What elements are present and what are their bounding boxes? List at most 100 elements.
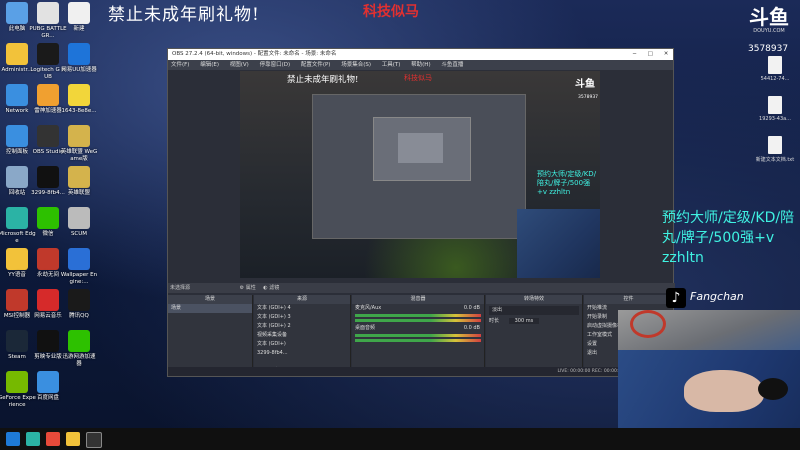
mixer-meter bbox=[355, 339, 481, 342]
obs-window[interactable]: OBS 27.2.4 (64-bit, windows) - 配置文件: 未命名… bbox=[167, 48, 675, 377]
properties-button[interactable]: ⚙ 属性 bbox=[240, 285, 256, 291]
source-item[interactable]: 视频采集设备 bbox=[254, 331, 350, 340]
desktop: 此电脑 PUBG BATTLEGR... 新建 Administr... Logitec… bbox=[0, 0, 800, 450]
desktop-icon[interactable]: 腾讯QQ bbox=[60, 289, 98, 320]
app-icon bbox=[6, 371, 28, 393]
source-item[interactable]: 文本 (GDI+) 4 bbox=[254, 304, 350, 313]
desktop-icon[interactable]: 英雄联盟 WeGame版 bbox=[60, 125, 98, 163]
sources-dock-header: 来源 bbox=[254, 295, 350, 304]
app-icon bbox=[6, 84, 28, 106]
mixer-track-label: 麦克风/Aux bbox=[355, 305, 382, 311]
source-item[interactable]: 文本 (GDI+) 3 bbox=[254, 313, 350, 322]
desktop-icon[interactable]: 新建 bbox=[60, 2, 98, 33]
menu-tools[interactable]: 工具(T) bbox=[382, 62, 401, 68]
obs-status-bar: LIVE: 00:00:00 REC: 00:00:00 CPU: 1.4%, … bbox=[168, 367, 673, 376]
app-icon bbox=[68, 125, 90, 147]
maximize-icon[interactable]: □ bbox=[643, 49, 657, 60]
desktop-icon[interactable]: 网易UU加速器 bbox=[60, 43, 98, 74]
menu-scene-collection[interactable]: 场景集合(S) bbox=[341, 62, 371, 68]
app-icon bbox=[6, 207, 28, 229]
obs-title-bar[interactable]: OBS 27.2.4 (64-bit, windows) - 配置文件: 未命名… bbox=[168, 49, 673, 60]
file-icon bbox=[768, 96, 782, 114]
start-icon[interactable] bbox=[6, 432, 20, 446]
douyu-room-id: 3578937 bbox=[748, 44, 789, 54]
filters-button[interactable]: ◐ 滤镜 bbox=[263, 285, 279, 291]
desktop-icon-label: 新建 bbox=[73, 26, 85, 32]
preview-nested-capture bbox=[312, 94, 526, 239]
scenes-dock-header: 场景 bbox=[168, 295, 252, 304]
app-icon bbox=[68, 84, 90, 106]
douyu-logo: 斗鱼 DOUYU.COM bbox=[746, 6, 792, 34]
desktop-file[interactable]: 19293-43a... bbox=[755, 96, 795, 122]
desktop-file-label: 54412-74... bbox=[760, 76, 790, 82]
desktop-file[interactable]: 新建文本文档.txt bbox=[755, 136, 795, 163]
obs-preview[interactable]: 禁止未成年刷礼物! 科技似马 斗鱼 3578937 预约大师/定级/KD/陪丸/… bbox=[240, 71, 600, 278]
filters-button-label: 滤镜 bbox=[269, 285, 280, 291]
webcam-hand bbox=[684, 370, 764, 412]
desktop-icon-label: 英雄联盟 WeGame版 bbox=[60, 149, 98, 162]
desktop-icon-label: Wallpaper Engine:... bbox=[60, 272, 98, 285]
explorer-icon[interactable] bbox=[66, 432, 80, 446]
app-icon bbox=[37, 2, 59, 24]
app-icon bbox=[6, 248, 28, 270]
desktop-icon-label: 1643-8e8e... bbox=[61, 108, 97, 114]
app-icon bbox=[68, 43, 90, 65]
chrome-icon[interactable] bbox=[46, 432, 60, 446]
desktop-file-label: 19293-43a... bbox=[759, 116, 791, 122]
transitions-dock: 转场特效 淡出 时长 300 ms bbox=[486, 295, 583, 375]
transition-duration: 时长 300 ms bbox=[486, 317, 582, 326]
edge-icon[interactable] bbox=[26, 432, 40, 446]
app-icon bbox=[68, 289, 90, 311]
desktop-icon-label: 英雄联盟 bbox=[67, 190, 90, 196]
scene-item[interactable]: 场景 bbox=[168, 304, 252, 313]
menu-help[interactable]: 帮助(H) bbox=[411, 62, 430, 68]
minimize-icon[interactable]: ─ bbox=[628, 49, 642, 60]
obs-title-text: OBS 27.2.4 (64-bit, windows) - 配置文件: 未命名… bbox=[172, 51, 337, 57]
preview-nested-capture-3 bbox=[398, 133, 443, 163]
source-item[interactable]: 文本 (GDI+) bbox=[254, 340, 350, 349]
menu-profile[interactable]: 配置文件(P) bbox=[301, 62, 331, 68]
duration-label: 时长 bbox=[489, 318, 500, 324]
desktop-icon[interactable]: 百度网盘 bbox=[29, 371, 67, 402]
mixer-track-db: 0.0 dB bbox=[463, 305, 480, 311]
scenes-dock: 场景 场景 + − ▲ ▼ bbox=[168, 295, 253, 375]
source-item[interactable]: 文本 (GDI+) 2 bbox=[254, 322, 350, 331]
source-item[interactable]: 3299-8fb4... bbox=[254, 349, 350, 358]
overlay-cyan-text: 预约大师/定级/KD/陪丸/牌子/500强+v zzhltn bbox=[662, 210, 795, 266]
app-icon bbox=[37, 84, 59, 106]
menu-view[interactable]: 视图(V) bbox=[230, 62, 249, 68]
mixer-track-name: 麦克风/Aux 0.0 dB bbox=[352, 304, 484, 313]
desktop-icon[interactable]: SCUM bbox=[60, 207, 98, 238]
mixer-track-label: 桌面音频 bbox=[355, 325, 376, 331]
desktop-icon-label: SCUM bbox=[70, 231, 88, 237]
desktop-icon[interactable]: 1643-8e8e... bbox=[60, 84, 98, 115]
mixer-dock: 混音器 麦克风/Aux 0.0 dB 桌面音频 0.0 dB bbox=[352, 295, 485, 375]
close-icon[interactable]: ✕ bbox=[659, 49, 673, 60]
app-icon bbox=[37, 166, 59, 188]
menu-douyu[interactable]: 斗鱼直播 bbox=[441, 62, 463, 68]
menu-edit[interactable]: 编辑(E) bbox=[200, 62, 219, 68]
source-toolbar: 未选择源 ⚙ 属性 ◐ 滤镜 bbox=[168, 283, 675, 293]
desktop-icon[interactable]: 英雄联盟 bbox=[60, 166, 98, 197]
app-icon bbox=[6, 289, 28, 311]
app-icon bbox=[37, 371, 59, 393]
transition-select[interactable]: 淡出 bbox=[489, 306, 579, 315]
desktop-icon[interactable]: Wallpaper Engine:... bbox=[60, 248, 98, 286]
banner-text: 禁止未成年刷礼物! bbox=[108, 5, 260, 25]
desktop-icon-label: 网易UU加速器 bbox=[61, 67, 97, 73]
menu-docks[interactable]: 停靠窗口(D) bbox=[260, 62, 291, 68]
tiktok-name: Fangchan bbox=[690, 290, 744, 303]
preview-watermark: 科技似马 bbox=[404, 74, 432, 82]
menu-file[interactable]: 文件(F) bbox=[171, 62, 189, 68]
obs-taskbar-icon[interactable] bbox=[86, 432, 102, 448]
preview-webcam bbox=[517, 209, 600, 278]
no-source-label: 未选择源 bbox=[170, 285, 191, 291]
duration-input[interactable]: 300 ms bbox=[508, 318, 540, 324]
app-icon bbox=[68, 166, 90, 188]
desktop-file[interactable]: 54412-74... bbox=[755, 56, 795, 82]
desktop-icon[interactable]: 迅游网游加速器 bbox=[60, 330, 98, 368]
app-icon bbox=[6, 125, 28, 147]
webcam-mouse bbox=[758, 378, 788, 400]
mixer-meter bbox=[355, 314, 481, 317]
desktop-file-label: 新建文本文档.txt bbox=[755, 157, 795, 163]
